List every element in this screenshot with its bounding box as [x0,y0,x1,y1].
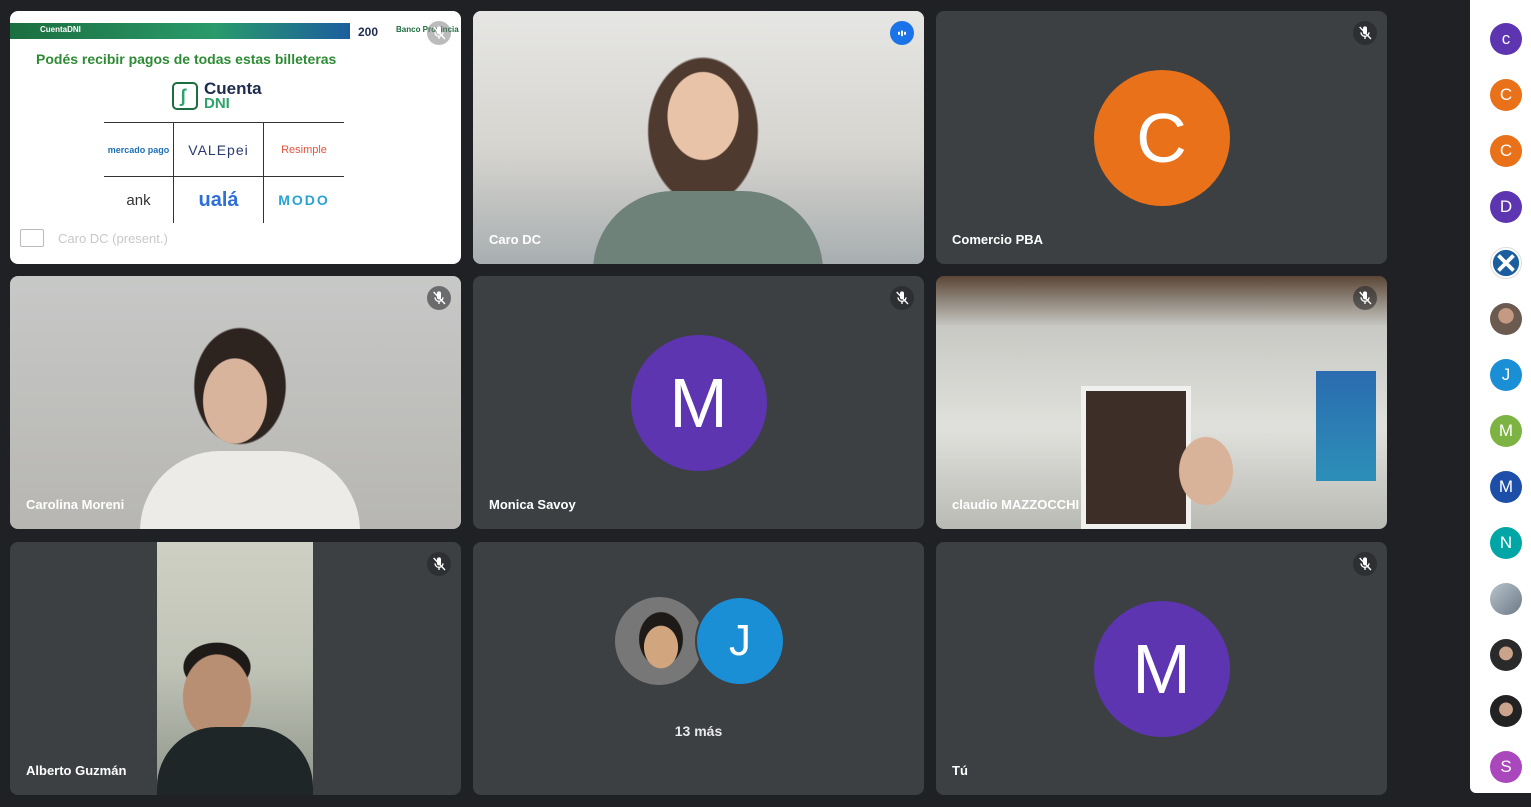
mic-off-icon [427,286,451,310]
participant-tile-monica-savoy[interactable]: M Monica Savoy [473,276,924,529]
participant-avatar: M [1093,600,1230,737]
mic-off-icon [1353,286,1377,310]
participant-name: claudio MAZZOCCHI [952,497,1080,512]
sidebar-avatar[interactable]: M [1490,471,1522,503]
participant-name: Caro DC [489,232,542,247]
video-subject [1146,416,1266,529]
participant-avatar: M [630,334,767,471]
wallet-ank: ank [104,177,174,223]
participant-tile-claudio-mazzocchi[interactable]: claudio MAZZOCCHI [936,276,1387,529]
participant-name: Monica Savoy [489,497,576,512]
participant-tile-others-group[interactable]: J 13 más [473,542,924,795]
participant-tile-comercio-pba[interactable]: C Comercio PBA [936,11,1387,264]
participant-video [473,11,924,264]
wallet-resimple: Resimple [264,123,344,177]
participant-tile-caro-dc[interactable]: Caro DC [473,11,924,264]
speaking-indicator-icon [890,21,914,45]
sidebar-avatar[interactable]: c [1490,23,1522,55]
photo-avatar-icon[interactable] [1490,695,1522,727]
participant-name: Comercio PBA [952,232,1044,247]
wallet-modo: MODO [278,192,330,208]
participant-tile-self[interactable]: M Tú [936,542,1387,795]
photo-avatar-icon[interactable] [1490,583,1522,615]
group-photo-avatar [613,595,705,687]
participant-avatar: C [1093,69,1230,206]
slide-title: Podés recibir pagos de todas estas bille… [36,51,337,67]
presentation-tile[interactable]: CuentaDNI 200 Banco Provincia Podés reci… [10,11,461,264]
mic-off-icon [427,552,451,576]
participants-sidebar: c C C D J M M N S [1470,0,1531,793]
wallet-valepei: VALEpei [174,123,264,177]
others-count-label: 13 más [674,723,723,739]
sidebar-avatar[interactable]: J [1490,359,1522,391]
brand-line2: DNI [204,95,230,112]
participant-name: Carolina Moreni [26,497,125,512]
photo-avatar-icon[interactable] [1490,639,1522,671]
sidebar-avatar[interactable]: C [1490,79,1522,111]
participant-name: Tú [952,763,968,778]
present-screen-icon [20,229,44,247]
presenter-label: Caro DC (present.) [58,231,168,246]
cuenta-dni-mark-icon [172,82,198,110]
sidebar-avatar[interactable]: S [1490,751,1522,783]
participant-tile-alberto-guzman[interactable]: Alberto Guzmán [10,542,461,795]
slide-header-200: 200 [358,25,379,39]
video-subject-body [593,191,823,264]
mic-off-icon [1353,21,1377,45]
wallets-grid: mercado pago VALEpei Resimple ank ualá M… [104,123,344,223]
cuenta-dni-logo: Cuenta DNI [172,79,262,112]
sidebar-avatar[interactable]: C [1490,135,1522,167]
mic-off-icon [427,21,451,45]
mic-off-icon [1353,552,1377,576]
slide-header-logo: CuentaDNI [40,25,81,34]
wallet-mercado-pago: mercado pago [104,123,174,177]
dx-logo-icon[interactable] [1490,247,1522,279]
sidebar-avatar[interactable]: N [1490,527,1522,559]
participant-tile-carolina-moreni[interactable]: Carolina Moreni [10,276,461,529]
participant-video [157,542,313,795]
participant-name: Alberto Guzmán [26,763,127,778]
video-hanging-clothes [1316,371,1376,481]
sidebar-avatar[interactable]: D [1490,191,1522,223]
participant-video [936,276,1387,529]
photo-avatar-icon[interactable] [1490,303,1522,335]
group-initial-avatar: J [695,596,785,686]
participant-video [10,276,461,529]
mic-off-icon [890,286,914,310]
wallet-uala: ualá [174,177,264,223]
brand-line1: Cuenta [204,79,262,98]
sidebar-avatar[interactable]: M [1490,415,1522,447]
